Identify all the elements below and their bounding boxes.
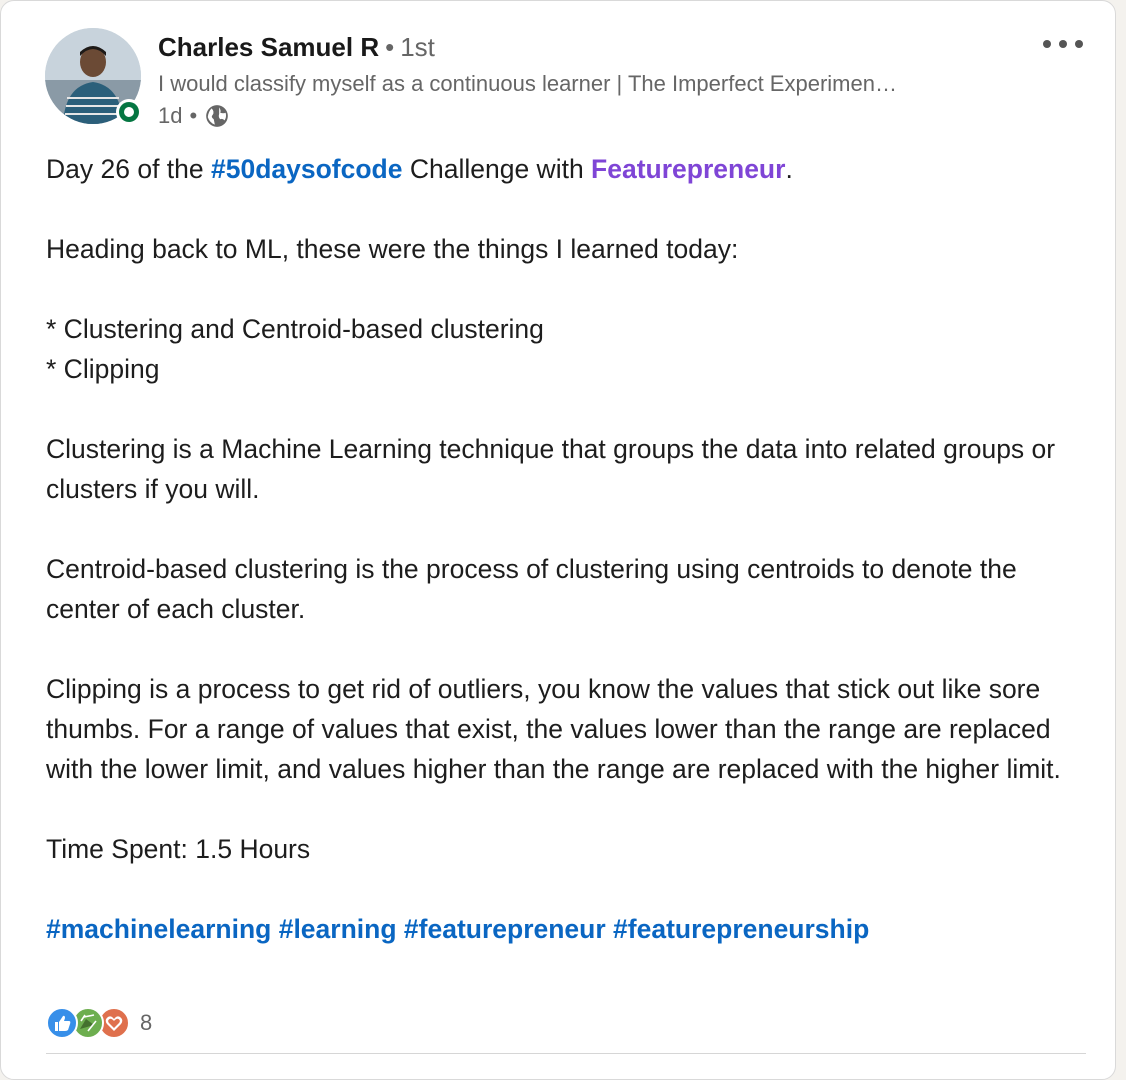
mention-featurepreneur[interactable]: Featurepreneur (591, 154, 785, 184)
post-bullet: * Clustering and Centroid-based clusteri… (46, 314, 544, 344)
reactions-summary[interactable]: 8 (46, 1007, 152, 1039)
author-headline[interactable]: I would classify myself as a continuous … (158, 71, 1018, 97)
online-status-badge (116, 99, 142, 125)
text-segment: Challenge with (402, 154, 592, 184)
author-name[interactable]: Charles Samuel R (158, 32, 379, 62)
time-spent: Time Spent: 1.5 Hours (46, 834, 311, 864)
post-paragraph: Heading back to ML, these were the thing… (46, 234, 739, 264)
post-bullet: * Clipping (46, 354, 160, 384)
post-time: 1d (158, 103, 183, 128)
hashtag-featurepreneurship[interactable]: #featurepreneurship (613, 914, 869, 944)
post-meta: 1d • (158, 103, 230, 129)
connection-degree: 1st (400, 32, 435, 62)
hashtag-featurepreneur[interactable]: #featurepreneur (404, 914, 606, 944)
post-card: Charles Samuel R • 1st I would classify my… (0, 0, 1116, 1080)
text-segment: . (785, 154, 793, 184)
hashtag-line: #machinelearning #learning #featureprene… (46, 909, 1096, 949)
divider (46, 1053, 1086, 1054)
post-paragraph: Clustering is a Machine Learning techniq… (46, 434, 1056, 504)
more-icon (1043, 40, 1083, 48)
text-segment: Day 26 of the (46, 154, 211, 184)
hashtag-machinelearning[interactable]: #machinelearning (46, 914, 271, 944)
hashtag-50daysofcode[interactable]: #50daysofcode (211, 154, 402, 184)
post-intro-line: Day 26 of the #50daysofcode Challenge wi… (46, 149, 1096, 189)
globe-icon (206, 105, 229, 127)
hashtag-learning[interactable]: #learning (279, 914, 397, 944)
post-paragraph: Clipping is a process to get rid of outl… (46, 674, 1061, 784)
reaction-count[interactable]: 8 (140, 1010, 152, 1036)
like-icon (46, 1007, 78, 1039)
post-body: Day 26 of the #50daysofcode Challenge wi… (46, 149, 1096, 949)
author-name-row: Charles Samuel R • 1st (158, 32, 435, 63)
time-separator: • (189, 103, 198, 128)
degree-separator: • (385, 32, 395, 62)
post-paragraph: Centroid-based clustering is the process… (46, 554, 1017, 624)
more-options-button[interactable] (1037, 29, 1089, 59)
